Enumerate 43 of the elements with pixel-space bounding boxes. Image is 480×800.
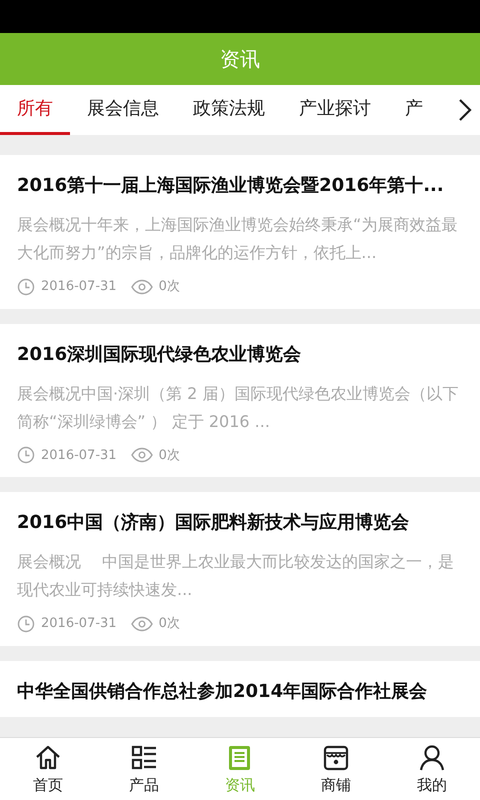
category-tab[interactable]: 产 [388, 85, 423, 135]
clock-icon [17, 614, 35, 633]
clock-icon [17, 278, 35, 296]
nav-label: 首页 [33, 774, 63, 796]
article-card[interactable]: 2016中国（济南）国际肥料新技术与应用博览会 展会概况 中国是世界上农业最大而比较发达的国家之一，是现代农业可持续快速发... 2016-07-31 0次 [0, 492, 480, 646]
nav-tab[interactable]: 首页 [0, 738, 96, 800]
article-title: 2016深圳国际现代绿色农业博览会 [17, 342, 302, 366]
category-tab[interactable]: 产业探讨 [282, 85, 388, 135]
article-card[interactable]: 中华全国供销合作总社参加2014年国际合作社展会 [0, 660, 480, 716]
home-icon [34, 744, 62, 772]
nav-label: 资讯 [225, 774, 255, 796]
article-title: 2016第十一届上海国际渔业博览会暨2016年第十... [17, 174, 445, 198]
nav-tab[interactable]: 我的 [384, 738, 480, 800]
nav-tab[interactable]: 商铺 [288, 738, 384, 800]
view-count: 0次 [158, 615, 180, 633]
view-count: 0次 [158, 278, 180, 296]
nav-label: 我的 [417, 774, 447, 796]
page-title: 资讯 [0, 33, 480, 85]
nav-label: 产品 [129, 774, 159, 796]
nav-label: 商铺 [321, 774, 351, 796]
article-excerpt: 展会概况中国·深圳（第 2 届）国际现代绿色农业博览会（以下简称“深圳绿博会” ） 定于 2016 ... [17, 382, 460, 432]
category-tab[interactable]: 所有 [0, 85, 70, 135]
eye-icon [130, 278, 153, 295]
nav-tab[interactable]: 产品 [96, 738, 192, 800]
chevron-right-icon[interactable] [458, 98, 472, 122]
storefront-icon [322, 744, 350, 772]
person-icon [418, 744, 446, 772]
eye-icon [130, 616, 153, 632]
date-text: 2016-07-31 [41, 278, 117, 296]
date-text: 2016-07-31 [41, 615, 117, 633]
article-title: 2016中国（济南）国际肥料新技术与应用博览会 [17, 511, 410, 535]
date-text: 2016-07-31 [41, 446, 117, 464]
article-card[interactable]: 2016深圳国际现代绿色农业博览会 展会概况中国·深圳（第 2 届）国际现代绿色农业博览会（以下简称“深圳绿博会” ） 定于 2016 ... 2016-07-31 0次 [0, 324, 480, 477]
category-tab[interactable]: 展会信息 [70, 85, 176, 135]
clock-icon [17, 446, 35, 464]
view-count: 0次 [158, 446, 180, 464]
list-icon [130, 744, 158, 772]
article-card[interactable]: 2016第十一届上海国际渔业博览会暨2016年第十... 展会概况十年来，上海国际渔业博览会始终秉承“为展商效益最大化而努力”的宗旨，品牌化的运作方针，依托上... 2016-07-31 0次 [0, 155, 480, 308]
article-title: 中华全国供销合作总社参加2014年国际合作社展会 [17, 680, 428, 704]
article-excerpt: 展会概况十年来，上海国际渔业博览会始终秉承“为展商效益最大化而努力”的宗旨，品牌化的运作方针，依托上... [17, 214, 458, 264]
article-excerpt: 展会概况 中国是世界上农业最大而比较发达的国家之一，是现代农业可持续快速发... [17, 551, 456, 601]
category-tab[interactable]: 政策法规 [176, 85, 282, 135]
eye-icon [130, 447, 153, 464]
